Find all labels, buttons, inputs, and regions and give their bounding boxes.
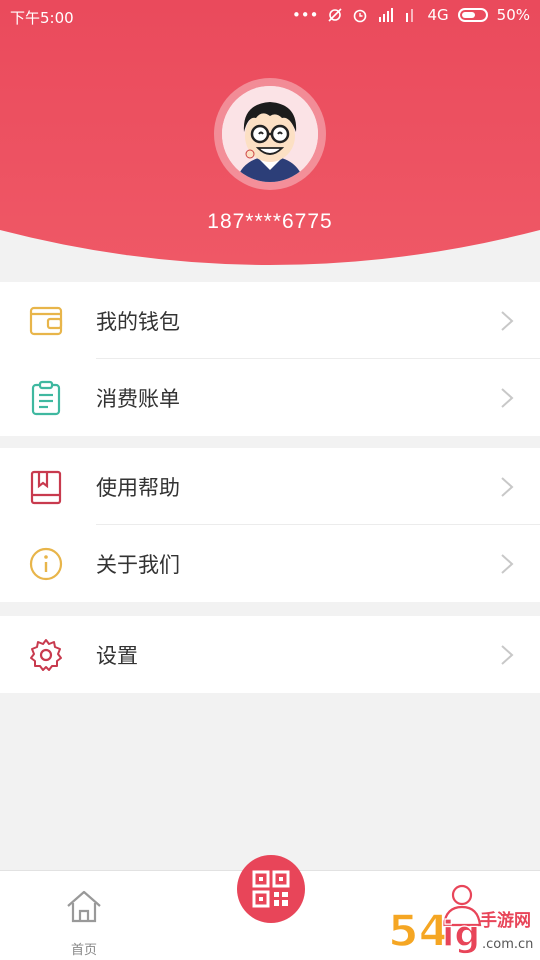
wallet-icon (29, 306, 63, 336)
qr-code-icon (252, 870, 290, 908)
status-time: 下午5:00 (10, 9, 74, 27)
menu-item-wallet[interactable]: 我的钱包 (0, 282, 540, 359)
svg-text:.com.cn: .com.cn (482, 937, 533, 952)
gear-icon (30, 639, 62, 671)
menu-group-info: 使用帮助 关于我们 (0, 448, 540, 602)
chevron-right-icon (501, 311, 514, 331)
network-type: 4G (427, 6, 449, 24)
chevron-right-icon (501, 388, 514, 408)
cartoon-face-icon (222, 86, 318, 182)
alarm-icon (354, 9, 367, 23)
menu-item-about[interactable]: 关于我们 (0, 525, 540, 602)
menu-item-bill[interactable]: 消费账单 (0, 359, 540, 436)
menu-label-settings: 设置 (96, 643, 138, 668)
svg-text:手游网: 手游网 (480, 910, 531, 931)
menu-item-settings[interactable]: 设置 (0, 616, 540, 693)
avatar-ring[interactable] (214, 78, 326, 190)
status-bar: 下午5:00 ••• 4G 50% (0, 0, 540, 32)
menu-group-settings: 设置 (0, 616, 540, 693)
signal-hd-icon (379, 8, 394, 22)
tab-home-label: 首页 (70, 943, 97, 958)
profile-header: 下午5:00 ••• 4G 50% 187****6775 (0, 0, 540, 268)
menu-item-help[interactable]: 使用帮助 (0, 448, 540, 525)
avatar[interactable] (222, 86, 318, 182)
menu-label-about: 关于我们 (96, 552, 180, 577)
info-icon (29, 547, 63, 581)
phone-number: 187****6775 (207, 210, 333, 233)
menu-label-help: 使用帮助 (96, 475, 180, 500)
help-book-icon (30, 470, 62, 505)
battery-icon (457, 8, 488, 22)
scan-qr-button[interactable] (237, 855, 305, 923)
sync-off-icon (328, 8, 343, 22)
signal-icon (406, 9, 414, 22)
site-watermark-logo: 54 ig 手游网 .com.cn (387, 905, 533, 958)
chevron-right-icon (501, 477, 514, 497)
menu-label-wallet: 我的钱包 (96, 309, 180, 334)
home-icon (67, 890, 101, 923)
tab-home[interactable]: 首页 (54, 881, 114, 958)
chevron-right-icon (501, 554, 514, 574)
bill-icon (31, 380, 61, 416)
menu-label-bill: 消费账单 (96, 386, 180, 411)
chevron-right-icon (501, 645, 514, 665)
svg-text:ig: ig (442, 914, 480, 955)
svg-text:54: 54 (388, 906, 449, 957)
battery-percent: 50% (496, 6, 530, 24)
more-dots-icon: ••• (291, 6, 319, 24)
menu-group-account: 我的钱包 消费账单 (0, 282, 540, 436)
